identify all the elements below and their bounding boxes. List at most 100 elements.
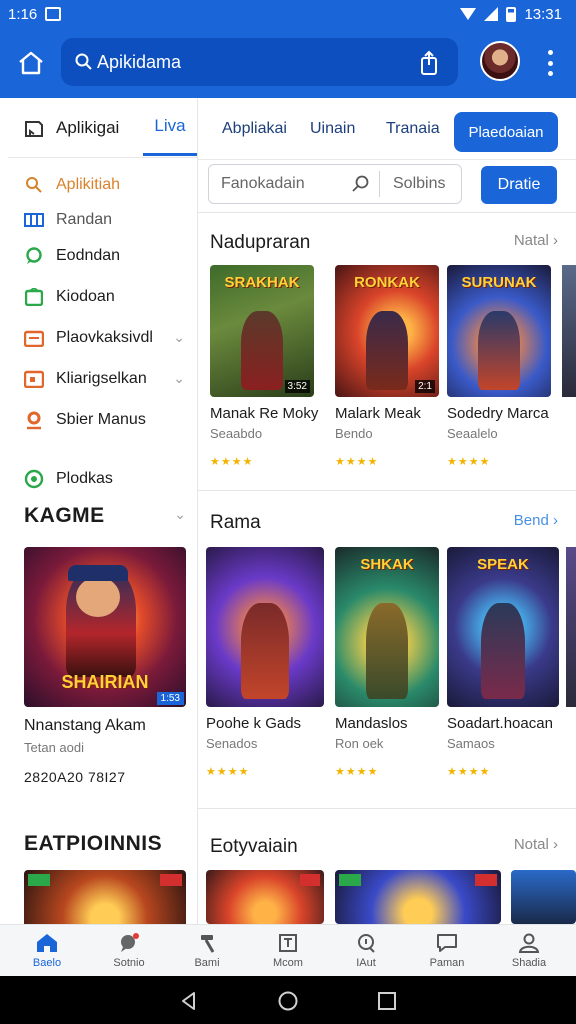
sidebar-item-label: Kliarigselkan: [56, 369, 147, 387]
sidebar-item-2[interactable]: Eodndan: [8, 235, 197, 276]
game-card-title: Mandaslos: [335, 715, 408, 732]
featured-card-thumbnail: SHAIRIAN 1:53: [24, 547, 186, 707]
see-more-link[interactable]: Natal ›: [514, 232, 558, 249]
game-card[interactable]: RONKAK 2:1 Malark Meak Bendo ★★★★: [335, 265, 439, 468]
chevron-down-icon[interactable]: ⌄: [174, 506, 186, 523]
sidebar-item-3[interactable]: Kiodoan: [8, 276, 197, 317]
sort-dropdown[interactable]: Solbins: [393, 175, 445, 193]
game-card[interactable]: SURUNAK Sodedry Marca Seaalelo ★★★★: [447, 265, 551, 468]
game-card-peek[interactable]: [562, 265, 576, 397]
sidebar-item-6[interactable]: Sbier Manus: [8, 399, 197, 440]
bottom-nav-item-4[interactable]: IAut: [331, 925, 401, 977]
rating-stars: ★★★★: [447, 456, 491, 468]
target-icon: [24, 469, 44, 488]
game-card-thumbnail[interactable]: [206, 870, 324, 924]
divider: [198, 808, 576, 809]
share-icon[interactable]: [416, 50, 442, 76]
home-icon: [36, 933, 58, 953]
battery-icon: [506, 6, 517, 22]
filter-button[interactable]: Dratie: [481, 166, 557, 204]
sidebar-item-label: Sbier Manus: [56, 410, 146, 428]
section-title: Rama: [210, 512, 261, 533]
section-card-thumbnail[interactable]: [24, 870, 186, 924]
game-card-thumbnail: SPEAK: [447, 547, 559, 707]
tab-live[interactable]: Liva: [143, 98, 197, 156]
featured-card[interactable]: SHAIRIAN 1:53 Nnanstang Akam Tetan aodi …: [24, 547, 186, 785]
sidebar-item-label: Aplikitiah: [56, 175, 121, 193]
tab-0[interactable]: Abpliakai: [222, 120, 287, 138]
sidebar-item-0[interactable]: Aplikitiah: [8, 164, 197, 205]
divider: [198, 212, 576, 213]
chat-bubble-icon: [118, 933, 140, 953]
see-more-link[interactable]: Bend ›: [514, 512, 558, 529]
sidebar-item-label: Kiodoan: [56, 287, 115, 305]
section-kagme-header[interactable]: KAGME ⌄: [8, 504, 197, 534]
game-card[interactable]: SPEAK Soadart.hoacan Samaos ★★★★: [447, 547, 559, 778]
pin-icon: [24, 411, 44, 429]
sidebar-item-4[interactable]: Plaovkaksivdl ⌄: [8, 317, 197, 358]
see-more-link[interactable]: Notal ›: [514, 836, 558, 853]
game-card[interactable]: Poohe k Gads Senados ★★★★: [206, 547, 324, 778]
chevron-down-icon[interactable]: ⌄: [173, 370, 185, 387]
person-icon: [518, 933, 540, 953]
game-card-thumbnail[interactable]: [511, 870, 576, 924]
featured-card-title: Nnanstang Akam: [24, 717, 146, 734]
tab-active[interactable]: Plaedoaian: [454, 112, 558, 152]
game-card[interactable]: SHKAK Mandaslos Ron oek ★★★★: [335, 547, 439, 778]
game-card-logo: RONKAK: [354, 274, 420, 291]
grid-icon: [24, 211, 44, 229]
bottom-nav-label: Mcom: [273, 957, 303, 969]
bottom-nav-label: Sotnio: [113, 957, 145, 969]
avatar[interactable]: [480, 41, 520, 81]
game-card[interactable]: SRAKHAK 3:52 Manak Re Moky Seaabdo ★★★★: [210, 265, 319, 468]
chevron-down-icon[interactable]: ⌄: [173, 329, 185, 346]
sidebar-item-label: Randan: [56, 211, 113, 228]
game-card-logo: SRAKHAK: [224, 274, 300, 291]
featured-card-badge: 1:53: [156, 692, 184, 705]
notification-icon: [45, 7, 62, 21]
search-icon: [75, 53, 92, 70]
sidebar-item-label: Plodkas: [56, 469, 113, 487]
game-card-badge: 3:52: [284, 380, 310, 393]
back-icon[interactable]: [178, 990, 200, 1012]
home-circle-icon[interactable]: [277, 990, 299, 1012]
game-card-peek[interactable]: [566, 547, 576, 707]
bottom-nav-item-3[interactable]: Mcom: [253, 925, 323, 977]
sidebar-item-5[interactable]: Kliarigselkan ⌄: [8, 358, 197, 399]
game-card-logo: SURUNAK: [461, 274, 537, 291]
game-card-thumbnail: SRAKHAK 3:52: [210, 265, 314, 397]
left-panel-header: Aplikigai Liva: [8, 98, 197, 158]
game-icon: [24, 287, 44, 306]
rating-stars: ★★★★: [335, 456, 379, 468]
bottom-nav-label: Shadia: [511, 957, 547, 969]
game-card-sub: Seaabdo: [210, 426, 263, 441]
divider: [198, 490, 576, 491]
search-icon: [24, 176, 44, 194]
sidebar-item-1[interactable]: Randan: [8, 205, 197, 235]
bottom-nav-item-0[interactable]: Baelo: [12, 925, 82, 977]
bottom-nav-item-2[interactable]: Bami: [172, 925, 242, 977]
bottom-nav-item-1[interactable]: Sotnio: [94, 925, 164, 977]
section-title: KAGME: [24, 504, 105, 527]
left-panel: Aplikigai Liva Aplikitiah Randan Eodndan: [8, 98, 198, 924]
home-button[interactable]: [0, 28, 62, 98]
bottom-nav-item-6[interactable]: Shadia: [494, 925, 564, 977]
search-bar[interactable]: Apikidama: [61, 38, 458, 86]
chat-icon: [24, 246, 44, 265]
tab-1[interactable]: Uinain: [310, 120, 355, 138]
recents-icon[interactable]: [376, 990, 398, 1012]
game-card-thumbnail[interactable]: [335, 870, 501, 924]
tab-2[interactable]: Tranaia: [386, 120, 440, 138]
status-bar: 1:16 13:31: [0, 0, 576, 28]
filter-input[interactable]: Fanokadain Solbins: [208, 164, 462, 204]
featured-card-logo: SHAIRIAN: [61, 672, 149, 692]
section-title: EATPIOINNIS: [24, 832, 163, 855]
sidebar-item-7[interactable]: Plodkas: [8, 458, 197, 499]
rating-stars: ★★★★: [206, 766, 250, 778]
game-card-title: Manak Re Moky: [210, 405, 319, 422]
game-card-badge: 2:1: [415, 380, 435, 393]
comment-icon: [436, 933, 458, 953]
more-options-icon[interactable]: [540, 50, 560, 76]
game-card-logo: SPEAK: [477, 556, 529, 573]
bottom-nav-item-5[interactable]: Paman: [412, 925, 482, 977]
